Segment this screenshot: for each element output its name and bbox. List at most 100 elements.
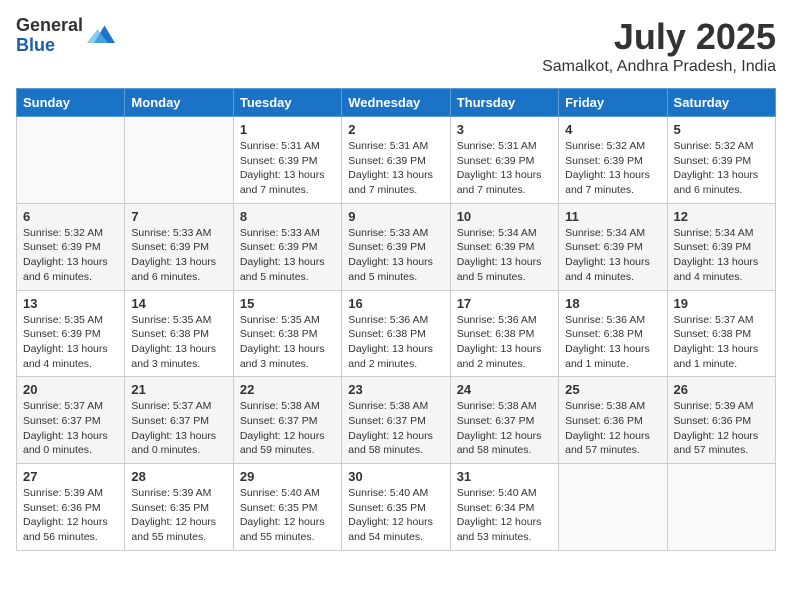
- calendar-cell: 8 Sunrise: 5:33 AM Sunset: 6:39 PM Daylig…: [233, 203, 341, 290]
- logo-blue: Blue: [16, 36, 83, 56]
- day-info: Sunrise: 5:35 AM Sunset: 6:38 PM Dayligh…: [131, 313, 226, 372]
- day-number: 31: [457, 469, 552, 484]
- day-of-week-header: Monday: [125, 89, 233, 117]
- calendar-header-row: SundayMondayTuesdayWednesdayThursdayFrid…: [17, 89, 776, 117]
- day-number: 13: [23, 296, 118, 311]
- calendar-cell: 11 Sunrise: 5:34 AM Sunset: 6:39 PM Dayli…: [559, 203, 667, 290]
- day-info: Sunrise: 5:40 AM Sunset: 6:35 PM Dayligh…: [348, 486, 443, 545]
- day-info: Sunrise: 5:36 AM Sunset: 6:38 PM Dayligh…: [565, 313, 660, 372]
- day-of-week-header: Sunday: [17, 89, 125, 117]
- day-of-week-header: Tuesday: [233, 89, 341, 117]
- day-info: Sunrise: 5:37 AM Sunset: 6:37 PM Dayligh…: [23, 399, 118, 458]
- calendar-cell: 5 Sunrise: 5:32 AM Sunset: 6:39 PM Daylig…: [667, 117, 775, 204]
- day-info: Sunrise: 5:38 AM Sunset: 6:37 PM Dayligh…: [348, 399, 443, 458]
- calendar-cell: [667, 464, 775, 551]
- day-info: Sunrise: 5:37 AM Sunset: 6:37 PM Dayligh…: [131, 399, 226, 458]
- day-info: Sunrise: 5:37 AM Sunset: 6:38 PM Dayligh…: [674, 313, 769, 372]
- calendar-cell: 13 Sunrise: 5:35 AM Sunset: 6:39 PM Dayli…: [17, 290, 125, 377]
- calendar-cell: [17, 117, 125, 204]
- calendar-table: SundayMondayTuesdayWednesdayThursdayFrid…: [16, 88, 776, 551]
- day-number: 30: [348, 469, 443, 484]
- day-number: 8: [240, 209, 335, 224]
- calendar-cell: 22 Sunrise: 5:38 AM Sunset: 6:37 PM Dayli…: [233, 377, 341, 464]
- day-number: 19: [674, 296, 769, 311]
- day-number: 5: [674, 122, 769, 137]
- calendar-cell: 14 Sunrise: 5:35 AM Sunset: 6:38 PM Dayli…: [125, 290, 233, 377]
- day-info: Sunrise: 5:33 AM Sunset: 6:39 PM Dayligh…: [348, 226, 443, 285]
- calendar-cell: 4Sunrise: 5:32 AM Sunset: 6:39 PM Daylig…: [559, 117, 667, 204]
- calendar-cell: 17 Sunrise: 5:36 AM Sunset: 6:38 PM Dayli…: [450, 290, 558, 377]
- day-number: 12: [674, 209, 769, 224]
- calendar-cell: 2Sunrise: 5:31 AM Sunset: 6:39 PM Daylig…: [342, 117, 450, 204]
- calendar-cell: 1 Sunrise: 5:31 AM Sunset: 6:39 PM Daylig…: [233, 117, 341, 204]
- day-number: 23: [348, 382, 443, 397]
- day-of-week-header: Friday: [559, 89, 667, 117]
- day-of-week-header: Thursday: [450, 89, 558, 117]
- day-info: Sunrise: 5:39 AM Sunset: 6:36 PM Dayligh…: [23, 486, 118, 545]
- calendar-week-row: 1 Sunrise: 5:31 AM Sunset: 6:39 PM Daylig…: [17, 117, 776, 204]
- day-number: 25: [565, 382, 660, 397]
- day-number: 14: [131, 296, 226, 311]
- calendar-cell: 21Sunrise: 5:37 AM Sunset: 6:37 PM Dayli…: [125, 377, 233, 464]
- day-info: Sunrise: 5:32 AM Sunset: 6:39 PM Dayligh…: [565, 139, 660, 198]
- day-info: Sunrise: 5:39 AM Sunset: 6:36 PM Dayligh…: [674, 399, 769, 458]
- day-info: Sunrise: 5:34 AM Sunset: 6:39 PM Dayligh…: [565, 226, 660, 285]
- day-info: Sunrise: 5:35 AM Sunset: 6:39 PM Dayligh…: [23, 313, 118, 372]
- day-info: Sunrise: 5:40 AM Sunset: 6:35 PM Dayligh…: [240, 486, 335, 545]
- day-number: 2: [348, 122, 443, 137]
- day-number: 18: [565, 296, 660, 311]
- calendar-cell: 26Sunrise: 5:39 AM Sunset: 6:36 PM Dayli…: [667, 377, 775, 464]
- day-number: 1: [240, 122, 335, 137]
- day-number: 22: [240, 382, 335, 397]
- calendar-cell: 9 Sunrise: 5:33 AM Sunset: 6:39 PM Daylig…: [342, 203, 450, 290]
- day-info: Sunrise: 5:38 AM Sunset: 6:37 PM Dayligh…: [240, 399, 335, 458]
- calendar-cell: 30 Sunrise: 5:40 AM Sunset: 6:35 PM Dayli…: [342, 464, 450, 551]
- day-number: 29: [240, 469, 335, 484]
- calendar-cell: 18 Sunrise: 5:36 AM Sunset: 6:38 PM Dayli…: [559, 290, 667, 377]
- calendar-cell: 12Sunrise: 5:34 AM Sunset: 6:39 PM Dayli…: [667, 203, 775, 290]
- month-title: July 2025: [542, 16, 776, 58]
- calendar-week-row: 20Sunrise: 5:37 AM Sunset: 6:37 PM Dayli…: [17, 377, 776, 464]
- logo-general: General: [16, 16, 83, 36]
- day-info: Sunrise: 5:32 AM Sunset: 6:39 PM Dayligh…: [674, 139, 769, 198]
- calendar-cell: 10 Sunrise: 5:34 AM Sunset: 6:39 PM Dayli…: [450, 203, 558, 290]
- calendar-cell: [559, 464, 667, 551]
- day-of-week-header: Saturday: [667, 89, 775, 117]
- calendar-cell: 25Sunrise: 5:38 AM Sunset: 6:36 PM Dayli…: [559, 377, 667, 464]
- calendar-cell: [125, 117, 233, 204]
- day-number: 7: [131, 209, 226, 224]
- day-info: Sunrise: 5:31 AM Sunset: 6:39 PM Dayligh…: [240, 139, 335, 198]
- calendar-cell: 31 Sunrise: 5:40 AM Sunset: 6:34 PM Dayli…: [450, 464, 558, 551]
- day-number: 16: [348, 296, 443, 311]
- day-info: Sunrise: 5:32 AM Sunset: 6:39 PM Dayligh…: [23, 226, 118, 285]
- day-info: Sunrise: 5:40 AM Sunset: 6:34 PM Dayligh…: [457, 486, 552, 545]
- calendar-week-row: 6Sunrise: 5:32 AM Sunset: 6:39 PM Daylig…: [17, 203, 776, 290]
- calendar-cell: 27Sunrise: 5:39 AM Sunset: 6:36 PM Dayli…: [17, 464, 125, 551]
- day-info: Sunrise: 5:35 AM Sunset: 6:38 PM Dayligh…: [240, 313, 335, 372]
- calendar-cell: 7 Sunrise: 5:33 AM Sunset: 6:39 PM Daylig…: [125, 203, 233, 290]
- calendar-cell: 3Sunrise: 5:31 AM Sunset: 6:39 PM Daylig…: [450, 117, 558, 204]
- day-number: 17: [457, 296, 552, 311]
- logo: General Blue: [16, 16, 115, 56]
- calendar-cell: 24Sunrise: 5:38 AM Sunset: 6:37 PM Dayli…: [450, 377, 558, 464]
- location-title: Samalkot, Andhra Pradesh, India: [542, 58, 776, 76]
- day-info: Sunrise: 5:36 AM Sunset: 6:38 PM Dayligh…: [457, 313, 552, 372]
- calendar-week-row: 13 Sunrise: 5:35 AM Sunset: 6:39 PM Dayli…: [17, 290, 776, 377]
- day-info: Sunrise: 5:33 AM Sunset: 6:39 PM Dayligh…: [131, 226, 226, 285]
- day-info: Sunrise: 5:34 AM Sunset: 6:39 PM Dayligh…: [457, 226, 552, 285]
- day-info: Sunrise: 5:39 AM Sunset: 6:35 PM Dayligh…: [131, 486, 226, 545]
- calendar-cell: 20Sunrise: 5:37 AM Sunset: 6:37 PM Dayli…: [17, 377, 125, 464]
- day-info: Sunrise: 5:36 AM Sunset: 6:38 PM Dayligh…: [348, 313, 443, 372]
- day-number: 3: [457, 122, 552, 137]
- day-number: 28: [131, 469, 226, 484]
- day-number: 11: [565, 209, 660, 224]
- day-number: 10: [457, 209, 552, 224]
- logo-icon: [87, 22, 115, 50]
- day-of-week-header: Wednesday: [342, 89, 450, 117]
- day-info: Sunrise: 5:38 AM Sunset: 6:37 PM Dayligh…: [457, 399, 552, 458]
- calendar-cell: 6Sunrise: 5:32 AM Sunset: 6:39 PM Daylig…: [17, 203, 125, 290]
- calendar-cell: 19 Sunrise: 5:37 AM Sunset: 6:38 PM Dayli…: [667, 290, 775, 377]
- day-number: 9: [348, 209, 443, 224]
- day-info: Sunrise: 5:33 AM Sunset: 6:39 PM Dayligh…: [240, 226, 335, 285]
- page-header: General Blue July 2025 Samalkot, Andhra …: [16, 16, 776, 76]
